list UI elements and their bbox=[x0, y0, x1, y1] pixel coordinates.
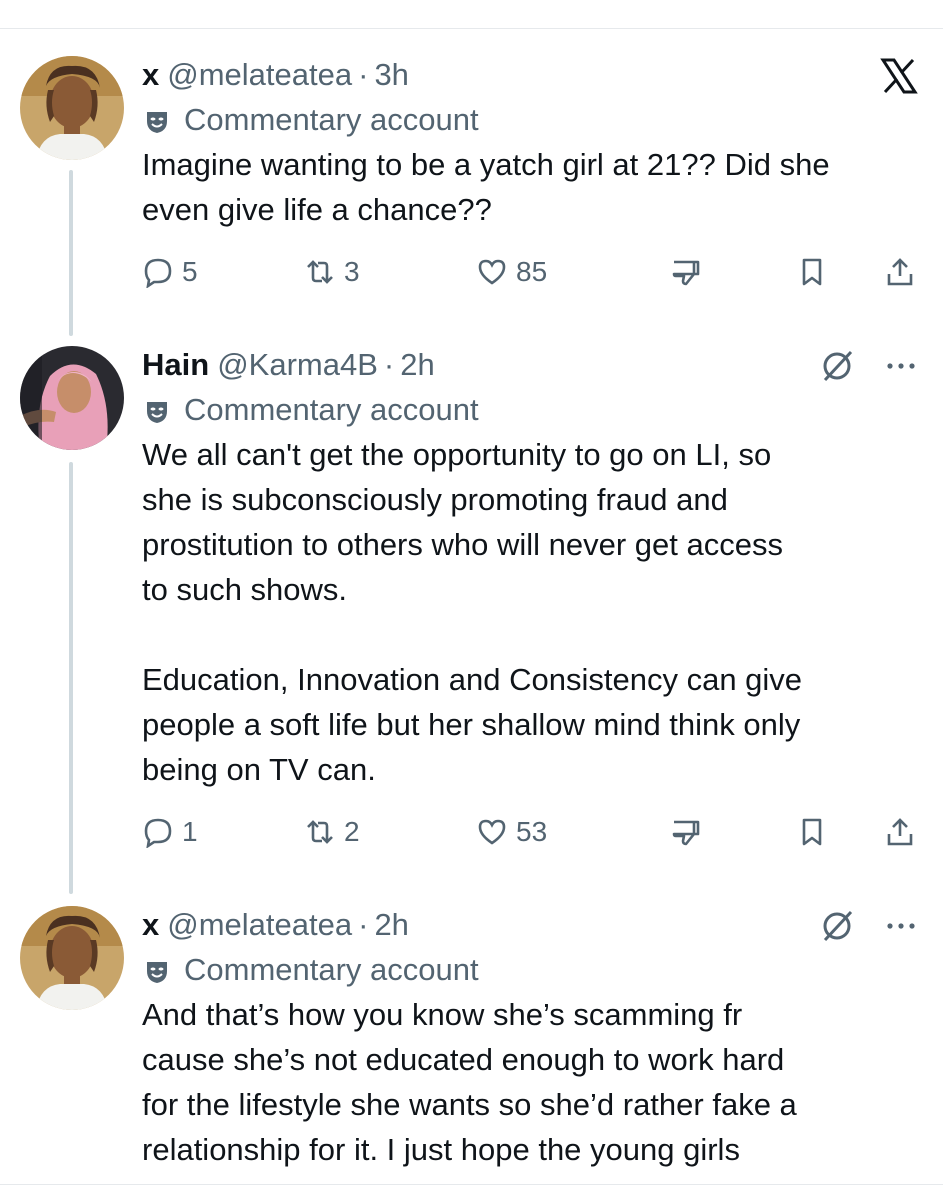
share-button[interactable] bbox=[884, 812, 916, 852]
tweet-header: Hain @Karma4B · 2h bbox=[142, 346, 923, 384]
user-handle[interactable]: @melateatea bbox=[167, 56, 352, 94]
reply-button[interactable]: 1 bbox=[142, 812, 198, 852]
heart-icon bbox=[478, 259, 506, 285]
share-icon bbox=[887, 818, 913, 846]
user-handle[interactable]: @melateatea bbox=[167, 906, 352, 944]
dislike-button[interactable] bbox=[670, 252, 702, 292]
share-button[interactable] bbox=[884, 252, 916, 292]
theater-mask-icon bbox=[144, 957, 170, 983]
action-bar: 1 2 53 bbox=[142, 812, 923, 852]
reply-button[interactable]: 5 bbox=[142, 252, 198, 292]
like-count: 53 bbox=[516, 816, 548, 847]
share-icon bbox=[887, 258, 913, 286]
tweet-text: We all can't get the opportunity to go o… bbox=[142, 437, 803, 787]
user-handle[interactable]: @Karma4B bbox=[217, 346, 378, 384]
theater-mask-icon bbox=[144, 397, 170, 423]
theater-mask-icon bbox=[144, 107, 170, 133]
avatar[interactable] bbox=[20, 906, 124, 1010]
reply-count: 5 bbox=[182, 256, 198, 287]
like-button[interactable]: 85 bbox=[476, 252, 547, 292]
avatar[interactable] bbox=[20, 56, 124, 160]
tweet[interactable]: x @melateatea · 3h Commentary account Im… bbox=[0, 56, 943, 296]
account-label-text: Commentary account bbox=[184, 392, 479, 427]
account-label: Commentary account bbox=[142, 98, 923, 142]
grok-icon[interactable] bbox=[819, 908, 855, 944]
account-label: Commentary account bbox=[142, 948, 923, 992]
tweet-header: x @melateatea · 3h bbox=[142, 56, 923, 94]
account-label-text: Commentary account bbox=[184, 952, 479, 987]
thumbs-down-icon bbox=[672, 260, 700, 286]
repost-icon bbox=[307, 260, 333, 284]
separator-dot: · bbox=[358, 907, 369, 942]
bookmark-icon bbox=[802, 818, 822, 846]
grok-icon[interactable] bbox=[819, 348, 855, 384]
repost-icon bbox=[307, 820, 333, 844]
repost-button[interactable]: 2 bbox=[304, 812, 360, 852]
thumbs-down-icon bbox=[672, 820, 700, 846]
bookmark-button[interactable] bbox=[796, 812, 828, 852]
bookmark-button[interactable] bbox=[796, 252, 828, 292]
account-label: Commentary account bbox=[142, 388, 923, 432]
display-name[interactable]: x bbox=[142, 906, 159, 944]
action-bar: 5 3 85 bbox=[142, 252, 923, 292]
tweet[interactable]: Hain @Karma4B · 2h Commentary account We… bbox=[0, 346, 943, 856]
separator-dot: · bbox=[358, 57, 369, 92]
bookmark-icon bbox=[802, 258, 822, 286]
top-divider bbox=[0, 28, 943, 29]
tweet-text: Imagine wanting to be a yatch girl at 21… bbox=[142, 147, 830, 227]
like-button[interactable]: 53 bbox=[476, 812, 547, 852]
like-count: 85 bbox=[516, 256, 548, 287]
separator-dot: · bbox=[383, 347, 395, 382]
timestamp[interactable]: 2h bbox=[400, 346, 434, 384]
more-options-icon[interactable] bbox=[883, 348, 919, 384]
timestamp[interactable]: 3h bbox=[374, 56, 408, 94]
timestamp[interactable]: 2h bbox=[374, 906, 408, 944]
repost-button[interactable]: 3 bbox=[304, 252, 360, 292]
reply-icon bbox=[144, 258, 172, 288]
tweet[interactable]: x @melateatea · 2h Commentary account An… bbox=[0, 906, 943, 1176]
repost-count: 3 bbox=[344, 256, 360, 287]
repost-count: 2 bbox=[344, 816, 360, 847]
bottom-divider bbox=[0, 1184, 943, 1185]
more-options-icon[interactable] bbox=[883, 908, 919, 944]
display-name[interactable]: Hain bbox=[142, 346, 209, 384]
tweet-text: And that’s how you know she’s scamming f… bbox=[142, 997, 797, 1167]
x-logo-icon bbox=[879, 56, 919, 96]
avatar[interactable] bbox=[20, 346, 124, 450]
tweet-header: x @melateatea · 2h bbox=[142, 906, 923, 944]
reply-icon bbox=[144, 818, 172, 848]
display-name[interactable]: x bbox=[142, 56, 159, 94]
account-label-text: Commentary account bbox=[184, 102, 479, 137]
reply-count: 1 bbox=[182, 816, 198, 847]
dislike-button[interactable] bbox=[670, 812, 702, 852]
heart-icon bbox=[478, 819, 506, 845]
